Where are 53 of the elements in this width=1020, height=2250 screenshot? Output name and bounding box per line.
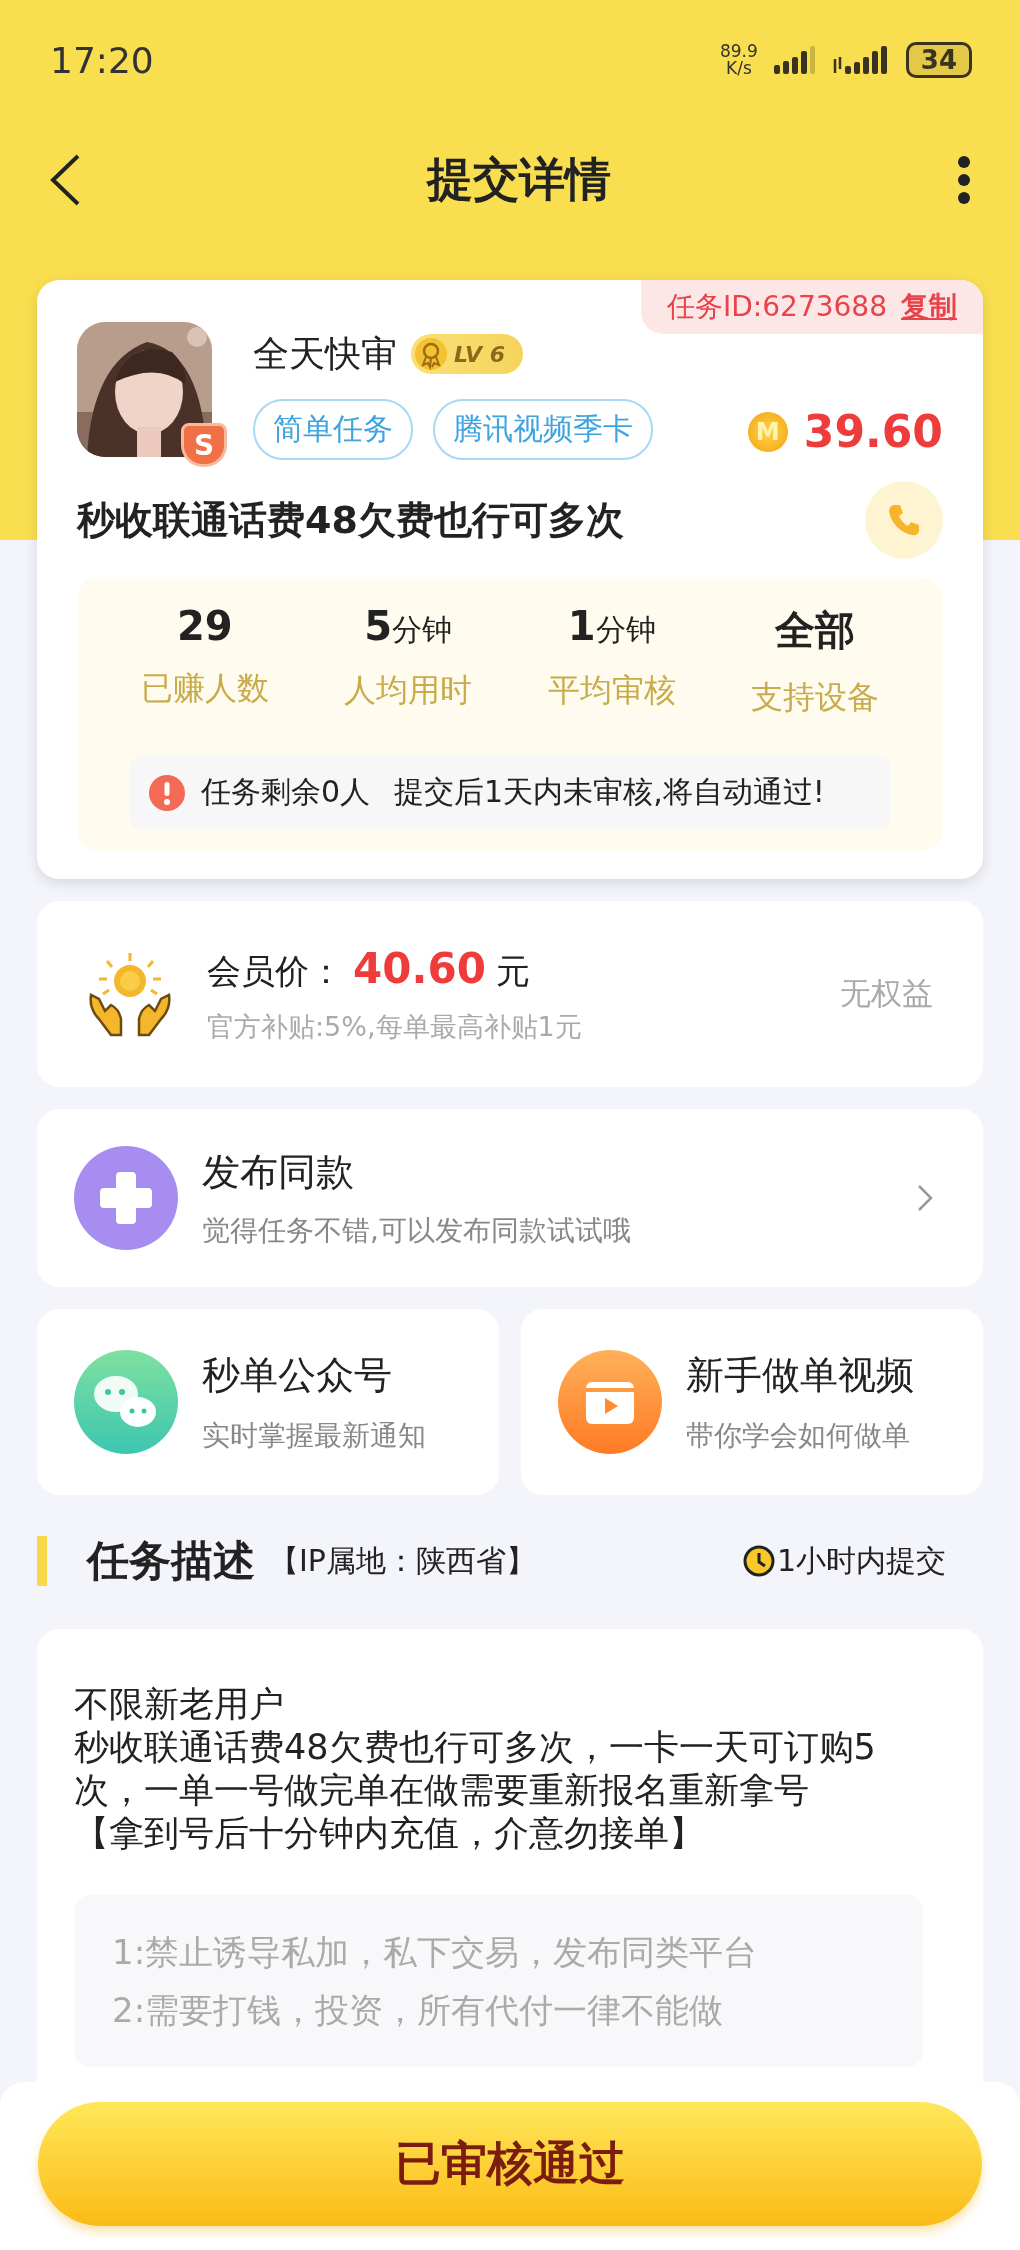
accent-bar — [37, 1536, 47, 1586]
task-tag: 腾讯视频季卡 — [433, 398, 653, 460]
publish-same-button[interactable]: 发布同款 觉得任务不错,可以发布同款试试哦 — [37, 1109, 983, 1287]
rank-badge: S — [181, 423, 227, 467]
plus-icon — [74, 1146, 178, 1250]
member-price: 40.60 — [353, 943, 486, 993]
link-card[interactable]: 新手做单视频 带你学会如何做单 — [521, 1309, 983, 1495]
warning-icon — [149, 774, 185, 811]
link-card[interactable]: 秒单公众号 实时掌握最新通知 — [37, 1309, 499, 1495]
medal-icon — [414, 337, 448, 371]
section-title: 任务描述 — [87, 1535, 255, 1587]
subsidy-note: 官方补贴:5%,每单最高补贴1元 — [207, 1009, 583, 1044]
description-text: 【拿到号后十分钟内充值，介意勿接单】 — [74, 1812, 705, 1855]
stat-value: 5分钟 — [364, 603, 453, 651]
task-tag: 简单任务 — [253, 398, 413, 460]
network-speed-unit: K/s — [726, 60, 752, 77]
stat-label: 平均审核 — [547, 670, 676, 711]
publisher-name: 全天快审 — [253, 331, 397, 376]
rule-text: 2:需要打钱，投资，所有代付一律不能做 — [112, 1989, 725, 2032]
task-title: 秒收联通话费48欠费也行可多次 — [77, 496, 624, 544]
level-badge: LV 6 — [411, 334, 523, 374]
benefit-status: 无权益 — [840, 974, 933, 1013]
stat-value: 全部 — [775, 606, 856, 655]
description-text: 不限新老用户 — [74, 1683, 285, 1726]
approved-button[interactable]: 已审核通过 — [38, 2102, 982, 2226]
network-speed: 89.9 — [719, 43, 758, 60]
notice-text: 提交后1天内未审核,将自动通过! — [394, 773, 825, 811]
more-icon[interactable] — [956, 155, 972, 205]
description-text: 秒收联通话费48欠费也行可多次，一卡一天可订购5次，一单一号做完单在做需要重新报名重新拿号 — [74, 1726, 877, 1812]
stat-value: 1分钟 — [567, 603, 656, 651]
member-price-label: 会员价： — [207, 949, 343, 993]
task-id: 任务ID:6273688 — [667, 289, 887, 325]
deadline-text: 1小时内提交 — [776, 1541, 946, 1580]
clock-icon — [742, 1545, 775, 1577]
video-icon — [558, 1350, 662, 1454]
battery-level: 34 — [905, 42, 972, 78]
notice-text: 任务剩余0人 — [201, 773, 371, 811]
chat-bubbles-icon — [74, 1350, 178, 1454]
phone-icon — [886, 502, 922, 538]
coin-icon: M — [747, 411, 788, 452]
signal-icon — [771, 45, 818, 75]
rule-text: 1:禁止诱导私加，私下交易，发布同类平台 — [112, 1931, 759, 1974]
back-icon[interactable] — [48, 153, 82, 207]
ip-location: 【IP属地：陕西省】 — [269, 1541, 537, 1580]
reward-amount: 39.60 — [803, 406, 943, 457]
page-title: 提交详情 — [427, 151, 611, 208]
status-time: 17:20 — [50, 39, 154, 81]
stat-label: 支持设备 — [751, 677, 880, 718]
stat-label: 人均用时 — [344, 670, 473, 711]
chevron-icon — [917, 1184, 933, 1212]
stat-value: 29 — [176, 603, 233, 649]
stat-label: 已赚人数 — [140, 668, 269, 709]
price-unit: 元 — [495, 949, 530, 993]
